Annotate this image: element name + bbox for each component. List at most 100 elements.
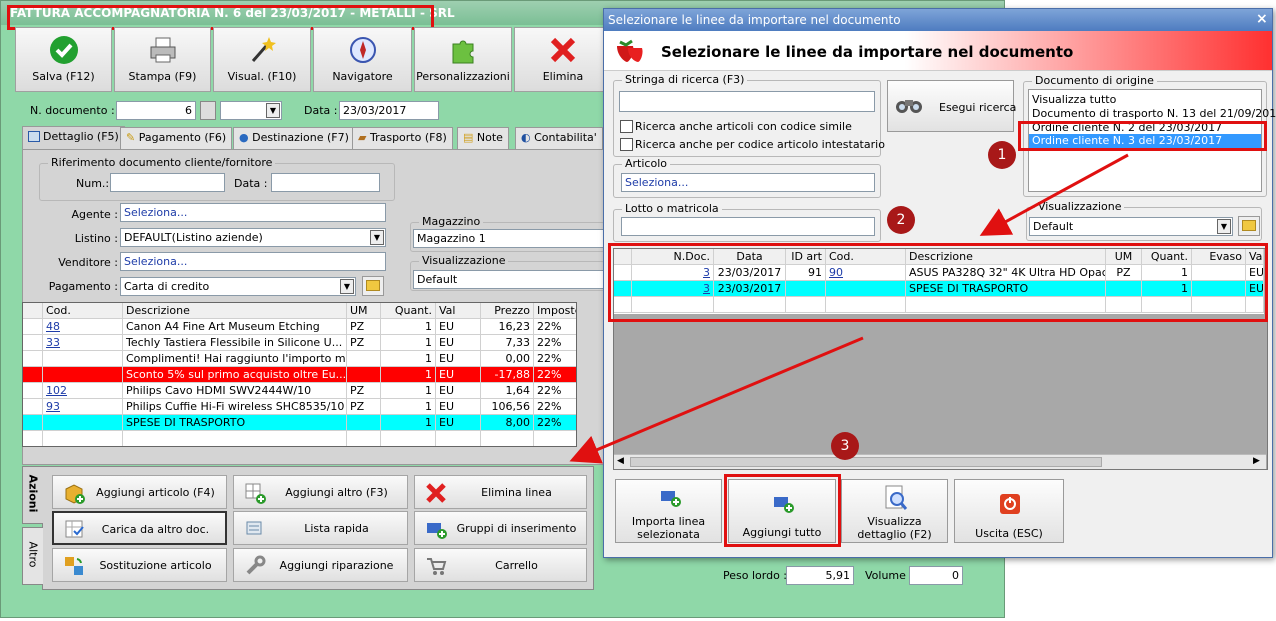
dialog-header-title: Selezionare le linee da importare nel do… [661,43,1074,61]
save-button[interactable]: Salva (F12) [15,27,112,92]
grid-add-icon [244,482,266,504]
pricelist-label: Listino : [74,232,118,245]
printer-icon [147,34,179,66]
table-cell: 22% [534,415,576,431]
tab-pagamento[interactable]: ✎ Pagamento (F6) [120,127,233,149]
table-cell [347,367,381,383]
quick-list-button[interactable]: Lista rapida [233,511,408,545]
tab-destinazione[interactable]: ● Destinazione (F7) [233,127,355,149]
tab-note[interactable]: ▤ Note [457,127,509,149]
folder-icon[interactable] [1238,216,1260,236]
main-grid-header: Cod. Descrizione UM Quant. Val Prezzo Im… [23,303,576,319]
dialog-header-band: Selezionare le linee da importare nel do… [604,31,1272,71]
doc-number-field[interactable]: 6 [116,101,196,120]
navigator-button[interactable]: Navigatore [313,27,412,92]
table-cell: 1 [381,319,436,335]
main-lines-grid[interactable]: Cod. Descrizione UM Quant. Val Prezzo Im… [22,302,577,447]
cart-icon [425,555,447,577]
table-row[interactable]: Sconto 5% sul primo acquisto oltre Eu...… [23,367,576,383]
origin-item[interactable]: Visualizza tutto [1029,90,1261,106]
close-icon [547,34,579,66]
table-cell: 7,33 [481,335,534,351]
ref-num-field[interactable] [110,173,225,192]
doc-number-label: N. documento : [30,104,115,117]
cart-button[interactable]: Carrello [414,548,587,582]
replace-article-button[interactable]: Sostituzione articolo [52,548,227,582]
holder-code-checkbox[interactable] [620,138,633,151]
scroll-left-icon[interactable]: ◀ [617,456,624,466]
add-other-button[interactable]: Aggiungi altro (F3) [233,475,408,509]
doc-series-select[interactable]: ▼ [220,101,282,120]
table-row[interactable]: 93 Philips Cuffie Hi-Fi wireless SHC8535/… [23,399,576,415]
weight-field: 5,91 [786,566,854,585]
folder-icon[interactable] [362,276,384,296]
date-field[interactable]: 23/03/2017 [339,101,439,120]
import-selected-button[interactable]: Importa linea selezionata [615,479,722,543]
table-cell: 1 [381,367,436,383]
insert-groups-button[interactable]: Gruppi di inserimento [414,511,587,545]
table-row[interactable]: 102 Philips Cavo HDMI SWV2444W/10 PZ 1 EU 1,6… [23,383,576,399]
tab-trasporto[interactable]: ▰ Trasporto (F8) [352,127,453,149]
table-cell: 22% [534,399,576,415]
load-from-doc-button[interactable]: Carica da altro doc. [52,511,227,545]
table-cell: EU [436,319,481,335]
article-field[interactable]: Seleziona... [621,173,875,192]
table-row[interactable]: Complimenti! Hai raggiunto l'importo m..… [23,351,576,367]
col-quant: Quant. [381,303,436,319]
table-cell: EU [436,367,481,383]
customize-button[interactable]: Personalizzazioni [414,27,512,92]
tab-dettaglio[interactable]: Dettaglio (F5) [22,126,125,150]
exit-button[interactable]: Uscita (ESC) [954,479,1064,543]
view-field-main[interactable]: Default [413,270,604,289]
table-cell: 0,00 [481,351,534,367]
scrollbar-thumb[interactable] [630,457,1102,467]
side-tab-altro[interactable]: Altro [22,527,43,585]
table-row[interactable]: SPESE DI TRASPORTO 1 EU 8,00 22% [23,415,576,431]
search-button[interactable]: Esegui ricerca [887,80,1016,132]
horizontal-scrollbar[interactable]: ◀ ▶ [614,454,1266,469]
side-tab-azioni[interactable]: Azioni [22,466,43,524]
add-repair-button[interactable]: Aggiungi riparazione [233,548,408,582]
table-cell: 22% [534,319,576,335]
calendar-icon [28,131,40,142]
agent-field[interactable]: Seleziona... [120,203,386,222]
payment-select[interactable]: Carta di credito ▼ [120,277,356,296]
date-label: Data : [304,104,338,117]
tab-contabilita[interactable]: ◐ Contabilita' [515,127,603,149]
view-select-dialog[interactable]: Default ▼ [1029,217,1233,236]
col-val: Val [436,303,481,319]
close-icon[interactable]: × [1256,11,1268,27]
marker-1: 1 [988,141,1016,169]
table-cell: Canon A4 Fine Art Museum Etching [123,319,347,335]
search-input[interactable] [619,91,875,112]
seller-field[interactable]: Seleziona... [120,252,386,271]
table-row[interactable]: 48 Canon A4 Fine Art Museum Etching PZ 1 EU 1… [23,319,576,335]
doc-series-button[interactable] [200,101,216,120]
print-button[interactable]: Stampa (F9) [114,27,211,92]
view-detail-button[interactable]: Visualizza dettaglio (F2) [841,479,948,543]
compass-icon [347,34,379,66]
similar-code-checkbox[interactable] [620,120,633,133]
puzzle-icon [447,34,479,66]
table-cell: EU [436,415,481,431]
wrench-icon [244,555,266,577]
table-cell: Philips Cavo HDMI SWV2444W/10 [123,383,347,399]
visual-button[interactable]: Visual. (F10) [213,27,311,92]
lot-field[interactable] [621,217,875,236]
scroll-right-icon[interactable]: ▶ [1253,456,1260,466]
warehouse-field[interactable]: Magazzino 1 [413,229,604,248]
money-icon: ✎ [126,131,139,144]
similar-code-label: Ricerca anche articoli con codice simile [635,120,852,133]
table-cell: -17,88 [481,367,534,383]
table-cell: 1 [381,415,436,431]
import-icon [660,488,682,511]
add-article-button[interactable]: Aggiungi articolo (F4) [52,475,227,509]
table-cell: 22% [534,367,576,383]
table-cell [347,351,381,367]
delete-line-button[interactable]: Elimina linea [414,475,587,509]
delete-button[interactable]: Elimina [514,27,612,92]
origin-item[interactable]: Documento di trasporto N. 13 del 21/09/2… [1029,104,1276,120]
table-row[interactable]: 33 Techly Tastiera Flessibile in Silicone… [23,335,576,351]
pricelist-select[interactable]: DEFAULT(Listino aziende) ▼ [120,228,386,247]
ref-date-field[interactable] [271,173,380,192]
